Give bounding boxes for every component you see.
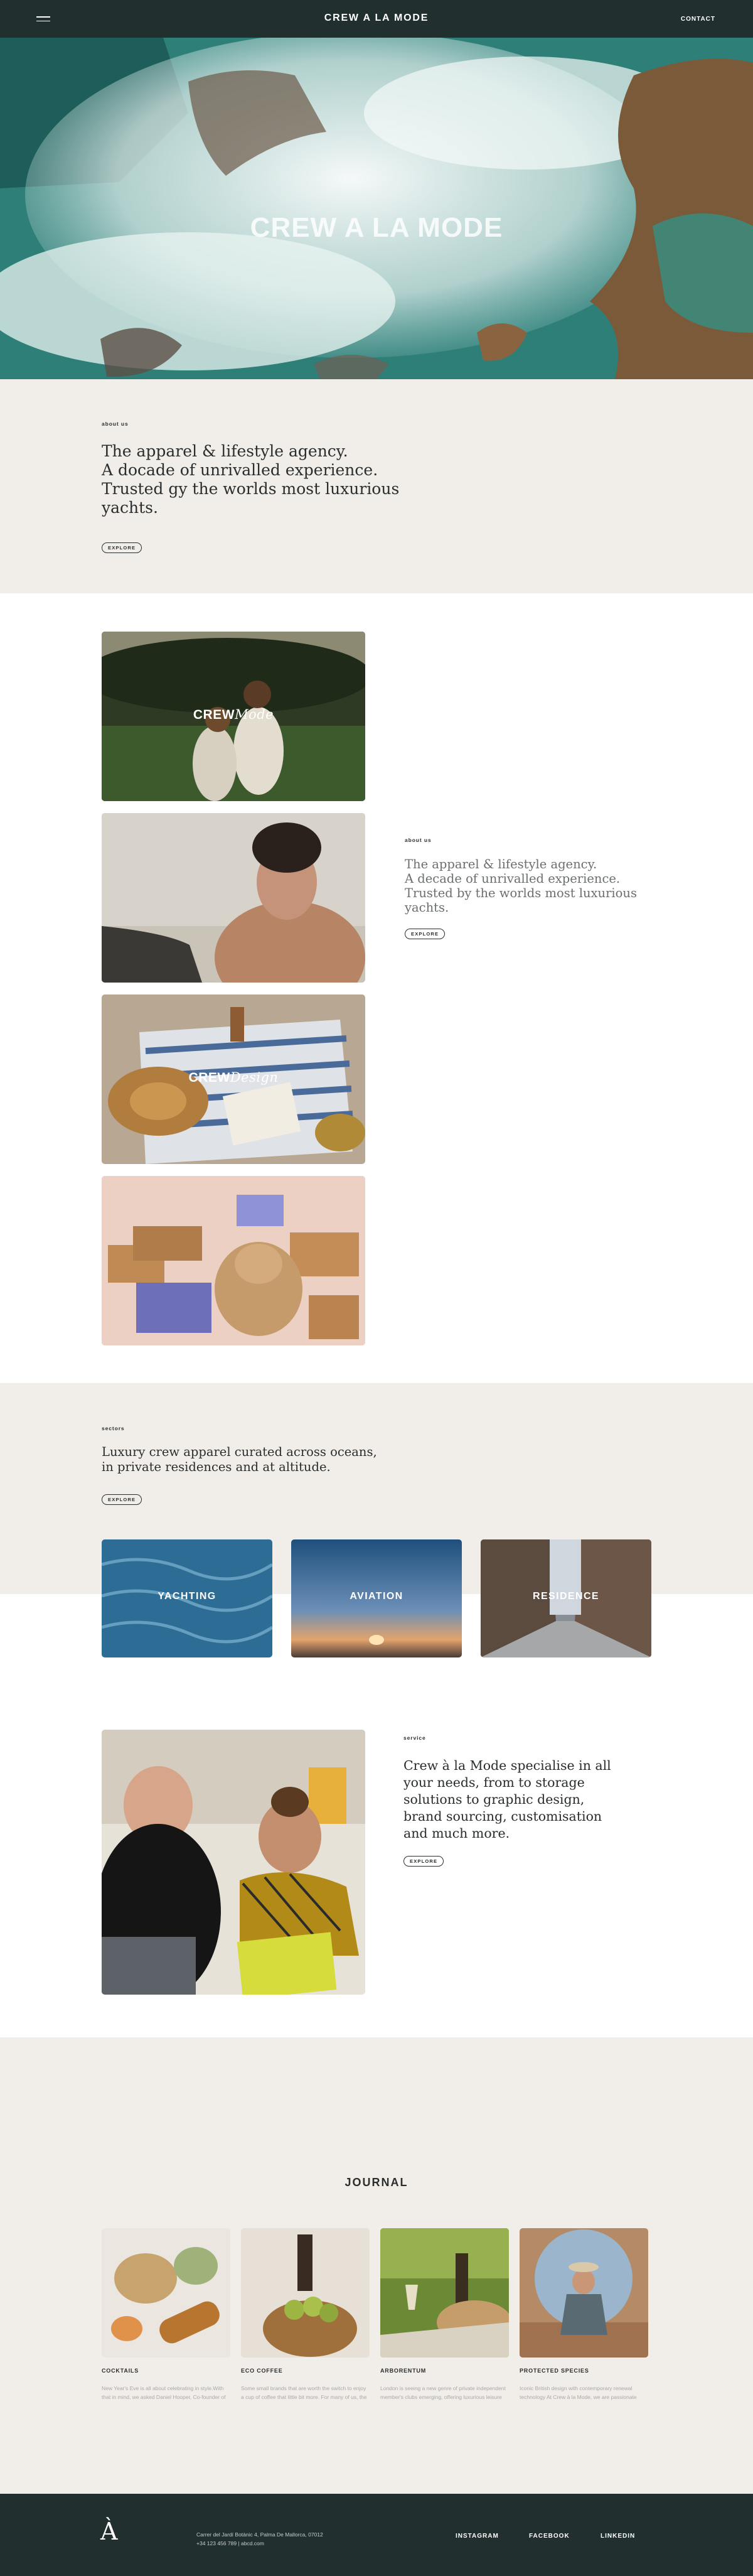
journal-section: JOURNAL COCKTAILS New Year's Eve is all …	[0, 2037, 753, 2494]
journal-post-title: ARBORENTUM	[380, 2368, 426, 2374]
journal-post-excerpt: Some small brands that are worth the swi…	[241, 2385, 367, 2400]
hero-banner: CREW A LA MODE	[0, 38, 753, 379]
sectors-explore-button[interactable]: EXPLORE	[102, 1494, 142, 1505]
card-brand: CREW	[193, 708, 235, 722]
card-script: Mode	[235, 707, 274, 722]
hero-ocean-image	[0, 38, 753, 379]
journal-post[interactable]: ECO COFFEE Some small brands that are wo…	[241, 2228, 370, 2403]
tile-yachting-label: YACHTING	[158, 1591, 216, 1602]
tile-yachting[interactable]: YACHTING	[102, 1539, 272, 1657]
brand-logo-text[interactable]: CREW A LA MODE	[0, 13, 753, 24]
footer-logo[interactable]: À	[100, 2518, 117, 2545]
service-explore-button[interactable]: EXPLORE	[403, 1856, 444, 1867]
facebook-link[interactable]: FACEBOOK	[529, 2533, 570, 2540]
journal-post-title: PROTECTED SPECIES	[520, 2368, 589, 2374]
journal-post-image	[380, 2228, 509, 2358]
journal-post-image	[102, 2228, 230, 2358]
journal-title: JOURNAL	[344, 2176, 409, 2189]
footer-contact-line: +34 123 456 789 | abcd.com	[196, 2540, 264, 2546]
journal-post-title: ECO COFFEE	[241, 2368, 283, 2374]
journal-post-title: COCKTAILS	[102, 2368, 139, 2374]
dog-and-boxes-photo	[102, 1176, 365, 1345]
man-portrait-photo	[102, 813, 365, 983]
linkedin-link[interactable]: LINKEDIN	[601, 2533, 635, 2540]
footer-address-line: Carrer del Jardí Botànic 4, Palma De Mal…	[196, 2531, 323, 2538]
service-label: service	[403, 1735, 426, 1741]
about-explore-button[interactable]: EXPLORE	[102, 542, 142, 553]
card-brand: CREW	[188, 1070, 230, 1085]
journal-post-image	[520, 2228, 648, 2358]
journal-post-excerpt: Iconic British design with contemporary …	[520, 2385, 637, 2400]
journal-post[interactable]: PROTECTED SPECIES Iconic British design …	[520, 2228, 648, 2403]
footer: À Carrer del Jardí Botànic 4, Palma De M…	[0, 2494, 753, 2576]
sectors-label: sectors	[102, 1425, 125, 1431]
instagram-link[interactable]: INSTAGRAM	[456, 2533, 499, 2540]
card-script: Design	[230, 1070, 279, 1085]
about-label: about us	[102, 421, 129, 427]
service-photo	[102, 1730, 365, 1995]
top-navigation-bar: CREW A LA MODE CONTACT	[0, 0, 753, 38]
footer-address: Carrer del Jardí Botànic 4, Palma De Mal…	[196, 2530, 323, 2548]
journal-post-excerpt: New Year's Eve is all about celebrating …	[102, 2385, 226, 2400]
team-working-photo	[102, 1730, 365, 1995]
gallery-about-block: about us The apparel & lifestyle agency.…	[405, 837, 656, 939]
gallery-card-boxes[interactable]	[102, 1176, 365, 1345]
journal-post-excerpt: London is seeing a new genre of private …	[380, 2385, 506, 2400]
about-section: about us The apparel & lifestyle agency.…	[0, 379, 753, 593]
contact-link[interactable]: CONTACT	[681, 16, 715, 23]
hero-title: CREW A LA MODE	[250, 212, 503, 243]
tile-residence-label: RESIDENCE	[533, 1591, 599, 1602]
service-text-block: service Crew à la Mode specialise in all…	[403, 1735, 617, 1867]
tile-aviation-label: AVIATION	[350, 1591, 403, 1602]
gallery-section: CREWMode CREWDesign about us The apparel…	[0, 593, 753, 1383]
gallery-about-lead: The apparel & lifestyle agency. A decade…	[405, 857, 637, 915]
gallery-card-couple[interactable]: CREWMode	[102, 632, 365, 801]
sectors-lead: Luxury crew apparel curated across ocean…	[102, 1445, 377, 1474]
tile-residence[interactable]: RESIDENCE	[481, 1539, 651, 1657]
gallery-explore-button[interactable]: EXPLORE	[405, 929, 446, 939]
gallery-card-man[interactable]	[102, 813, 365, 983]
gallery-about-label: about us	[405, 837, 432, 843]
journal-post-image	[241, 2228, 370, 2358]
service-lead: Crew à la Mode specialise in all your ne…	[403, 1758, 611, 1841]
journal-post[interactable]: ARBORENTUM London is seeing a new genre …	[380, 2228, 509, 2403]
about-lead: The apparel & lifestyle agency. A docade…	[102, 442, 400, 517]
gallery-card-beach[interactable]: CREWDesign	[102, 994, 365, 1164]
journal-post[interactable]: COCKTAILS New Year's Eve is all about ce…	[102, 2228, 230, 2403]
tile-aviation[interactable]: AVIATION	[291, 1539, 462, 1657]
